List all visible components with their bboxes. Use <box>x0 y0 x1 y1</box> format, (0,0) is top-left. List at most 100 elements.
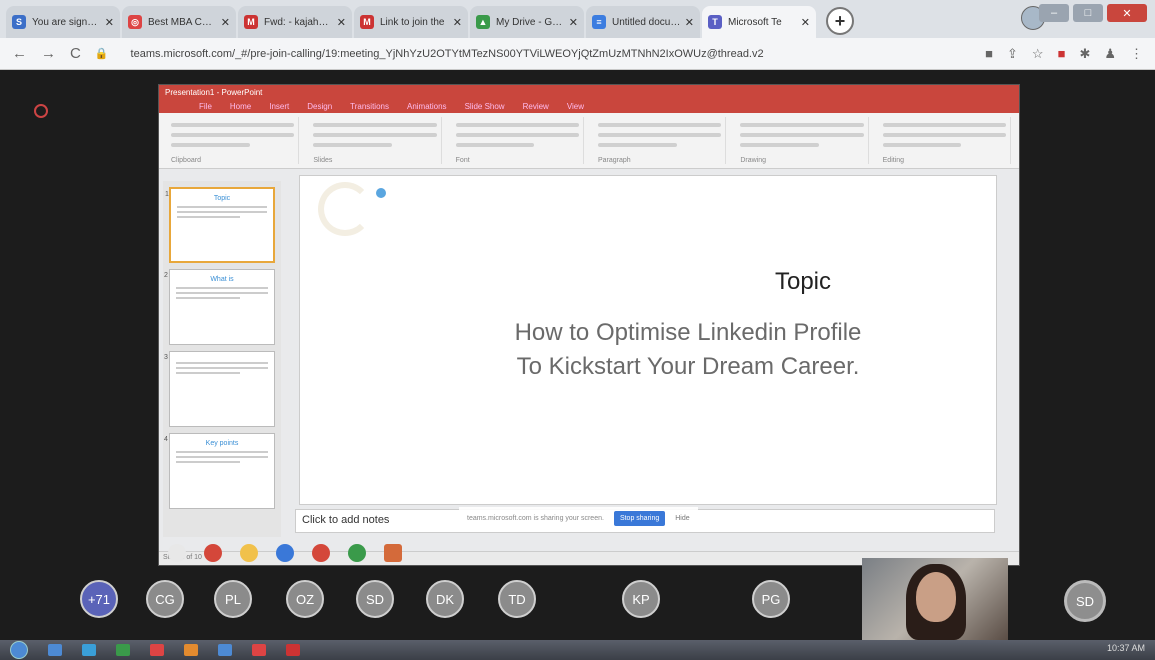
ribbon-tab[interactable]: Transitions <box>350 102 389 111</box>
slide-decoration <box>318 182 372 236</box>
participant-avatar[interactable]: PL <box>214 580 252 618</box>
back-icon[interactable]: ← <box>12 45 27 62</box>
ribbon-tab[interactable]: Review <box>523 102 549 111</box>
ribbon-tab[interactable]: File <box>199 102 212 111</box>
browser-tab[interactable]: ◎ Best MBA College ✕ <box>122 6 236 38</box>
taskbar-chrome-icon[interactable] <box>252 644 266 656</box>
participant-avatar[interactable]: CG <box>146 580 184 618</box>
ribbon-tab[interactable]: Slide Show <box>465 102 505 111</box>
ribbon-control[interactable] <box>455 143 535 147</box>
taskbar-excel-icon[interactable] <box>116 644 130 656</box>
participant-avatar[interactable]: OZ <box>286 580 324 618</box>
ribbon-control[interactable] <box>171 123 295 127</box>
ribbon-control[interactable] <box>597 123 722 127</box>
ribbon-tab[interactable]: Animations <box>407 102 447 111</box>
tab-close-icon[interactable]: ✕ <box>801 16 810 29</box>
tab-close-icon[interactable]: ✕ <box>569 16 578 29</box>
taskbar-word-icon[interactable] <box>218 644 232 656</box>
ribbon-tab[interactable]: Insert <box>269 102 289 111</box>
ribbon-control[interactable] <box>597 143 677 147</box>
thumb-line <box>176 292 268 294</box>
ribbon-control[interactable] <box>740 143 820 147</box>
participant-avatar[interactable]: PG <box>752 580 790 618</box>
ribbon-control[interactable] <box>171 143 250 147</box>
start-button[interactable] <box>10 641 28 659</box>
minimize-icon[interactable]: – <box>1039 4 1069 22</box>
ribbon-control[interactable] <box>171 133 295 137</box>
participant-avatar[interactable]: SD <box>356 580 394 618</box>
tab-close-icon[interactable]: ✕ <box>221 16 230 29</box>
ribbon-tab[interactable]: Design <box>307 102 332 111</box>
browser-tab[interactable]: S You are signed in ✕ <box>6 6 120 38</box>
taskbar-app-icon[interactable] <box>82 644 96 656</box>
thumb-line <box>176 367 268 369</box>
participant-avatar[interactable]: TD <box>498 580 536 618</box>
tab-label: Best MBA College <box>148 16 217 28</box>
ribbon-control[interactable] <box>740 133 864 137</box>
maximize-icon[interactable]: □ <box>1073 4 1103 22</box>
extension-icons: ■ ⇪ ☆ ■ ✱ ♟ ⋮ <box>985 46 1143 62</box>
browser-tab[interactable]: M Link to join the ✕ <box>354 6 468 38</box>
url-field[interactable]: teams.microsoft.com/_#/pre-join-calling/… <box>123 43 976 65</box>
forward-icon[interactable]: → <box>41 45 56 62</box>
thumb-number: 1 <box>165 191 169 198</box>
ribbon-tab[interactable]: View <box>567 102 584 111</box>
ribbon-group: Font <box>452 117 584 164</box>
tab-favicon: M <box>360 15 374 29</box>
ribbon-control[interactable] <box>455 123 579 127</box>
bookmark-star-icon[interactable]: ☆ <box>1032 46 1044 62</box>
taskbar-clock: 10:37 AM <box>1106 643 1145 653</box>
browser-tab[interactable]: T Microsoft Te ✕ <box>702 6 816 38</box>
taskbar-ie-icon[interactable] <box>48 644 62 656</box>
more-participants-avatar[interactable]: +71 <box>80 580 118 618</box>
participant-avatar[interactable]: DK <box>426 580 464 618</box>
reload-icon[interactable]: C <box>70 45 81 62</box>
ribbon-control[interactable] <box>597 133 722 137</box>
tab-close-icon[interactable]: ✕ <box>685 16 694 29</box>
ribbon-control[interactable] <box>313 143 393 147</box>
taskbar-ppt-icon[interactable] <box>286 644 300 656</box>
ribbon-control[interactable] <box>455 133 579 137</box>
tab-close-icon[interactable]: ✕ <box>337 16 346 29</box>
participant-avatar[interactable]: KP <box>622 580 660 618</box>
share-icon[interactable]: ⇪ <box>1007 46 1018 62</box>
browser-tab[interactable]: M Fwd: - kajahuly28 ✕ <box>238 6 352 38</box>
new-tab-button[interactable]: + <box>826 7 854 35</box>
menu-icon[interactable]: ⋮ <box>1130 46 1143 62</box>
participant-video[interactable] <box>862 558 1008 640</box>
share-message: teams.microsoft.com is sharing your scre… <box>467 514 604 522</box>
slide-subtitle-line2: To Kickstart Your Dream Career. <box>516 353 860 380</box>
browser-tab-bar: S You are signed in ✕ ◎ Best MBA College ✕ M Fw… <box>0 0 1155 38</box>
camera-icon[interactable]: ■ <box>985 46 993 61</box>
ribbon-group-label: Editing <box>882 157 905 164</box>
taskbar-vlc-icon[interactable] <box>184 644 198 656</box>
ribbon-control[interactable] <box>313 123 437 127</box>
ribbon-control[interactable] <box>882 143 962 147</box>
slide-thumbnail[interactable]: 4 Key points <box>164 433 275 509</box>
slide-subtitle: How to Optimise Linkedin Profile To Kick… <box>400 316 976 384</box>
person-icon[interactable]: ♟ <box>1104 46 1116 62</box>
ribbon-control[interactable] <box>740 123 864 127</box>
ppt-title-bar: Presentation1 - PowerPoint <box>159 85 1019 99</box>
slide-thumbnail[interactable]: 2 What is <box>164 269 275 345</box>
stop-sharing-button[interactable]: Stop sharing <box>613 510 666 526</box>
ribbon-tab[interactable]: Home <box>230 102 251 111</box>
tab-close-icon[interactable]: ✕ <box>453 16 462 29</box>
browser-tab[interactable]: ▲ My Drive - Google ✕ <box>470 6 584 38</box>
taskbar-acrobat-icon[interactable] <box>150 644 164 656</box>
slide-thumbnail[interactable]: 1 Topic <box>165 187 275 263</box>
hide-button[interactable]: Hide <box>675 515 689 522</box>
browser-tab[interactable]: ≡ Untitled docume ✕ <box>586 6 700 38</box>
tab-close-icon[interactable]: ✕ <box>105 16 114 29</box>
close-window-icon[interactable]: ✕ <box>1107 4 1147 22</box>
ribbon-control[interactable] <box>882 133 1006 137</box>
slide-thumbnail[interactable]: 3 <box>164 351 275 427</box>
ribbon-control[interactable] <box>882 123 1006 127</box>
extension-red-icon[interactable]: ■ <box>1058 46 1066 61</box>
thumb-line <box>177 206 267 208</box>
ribbon-group: Clipboard <box>167 117 300 164</box>
thumb-line <box>176 287 268 289</box>
my-avatar[interactable]: SD <box>1064 580 1106 622</box>
puzzle-icon[interactable]: ✱ <box>1079 46 1090 62</box>
ribbon-control[interactable] <box>313 133 437 137</box>
